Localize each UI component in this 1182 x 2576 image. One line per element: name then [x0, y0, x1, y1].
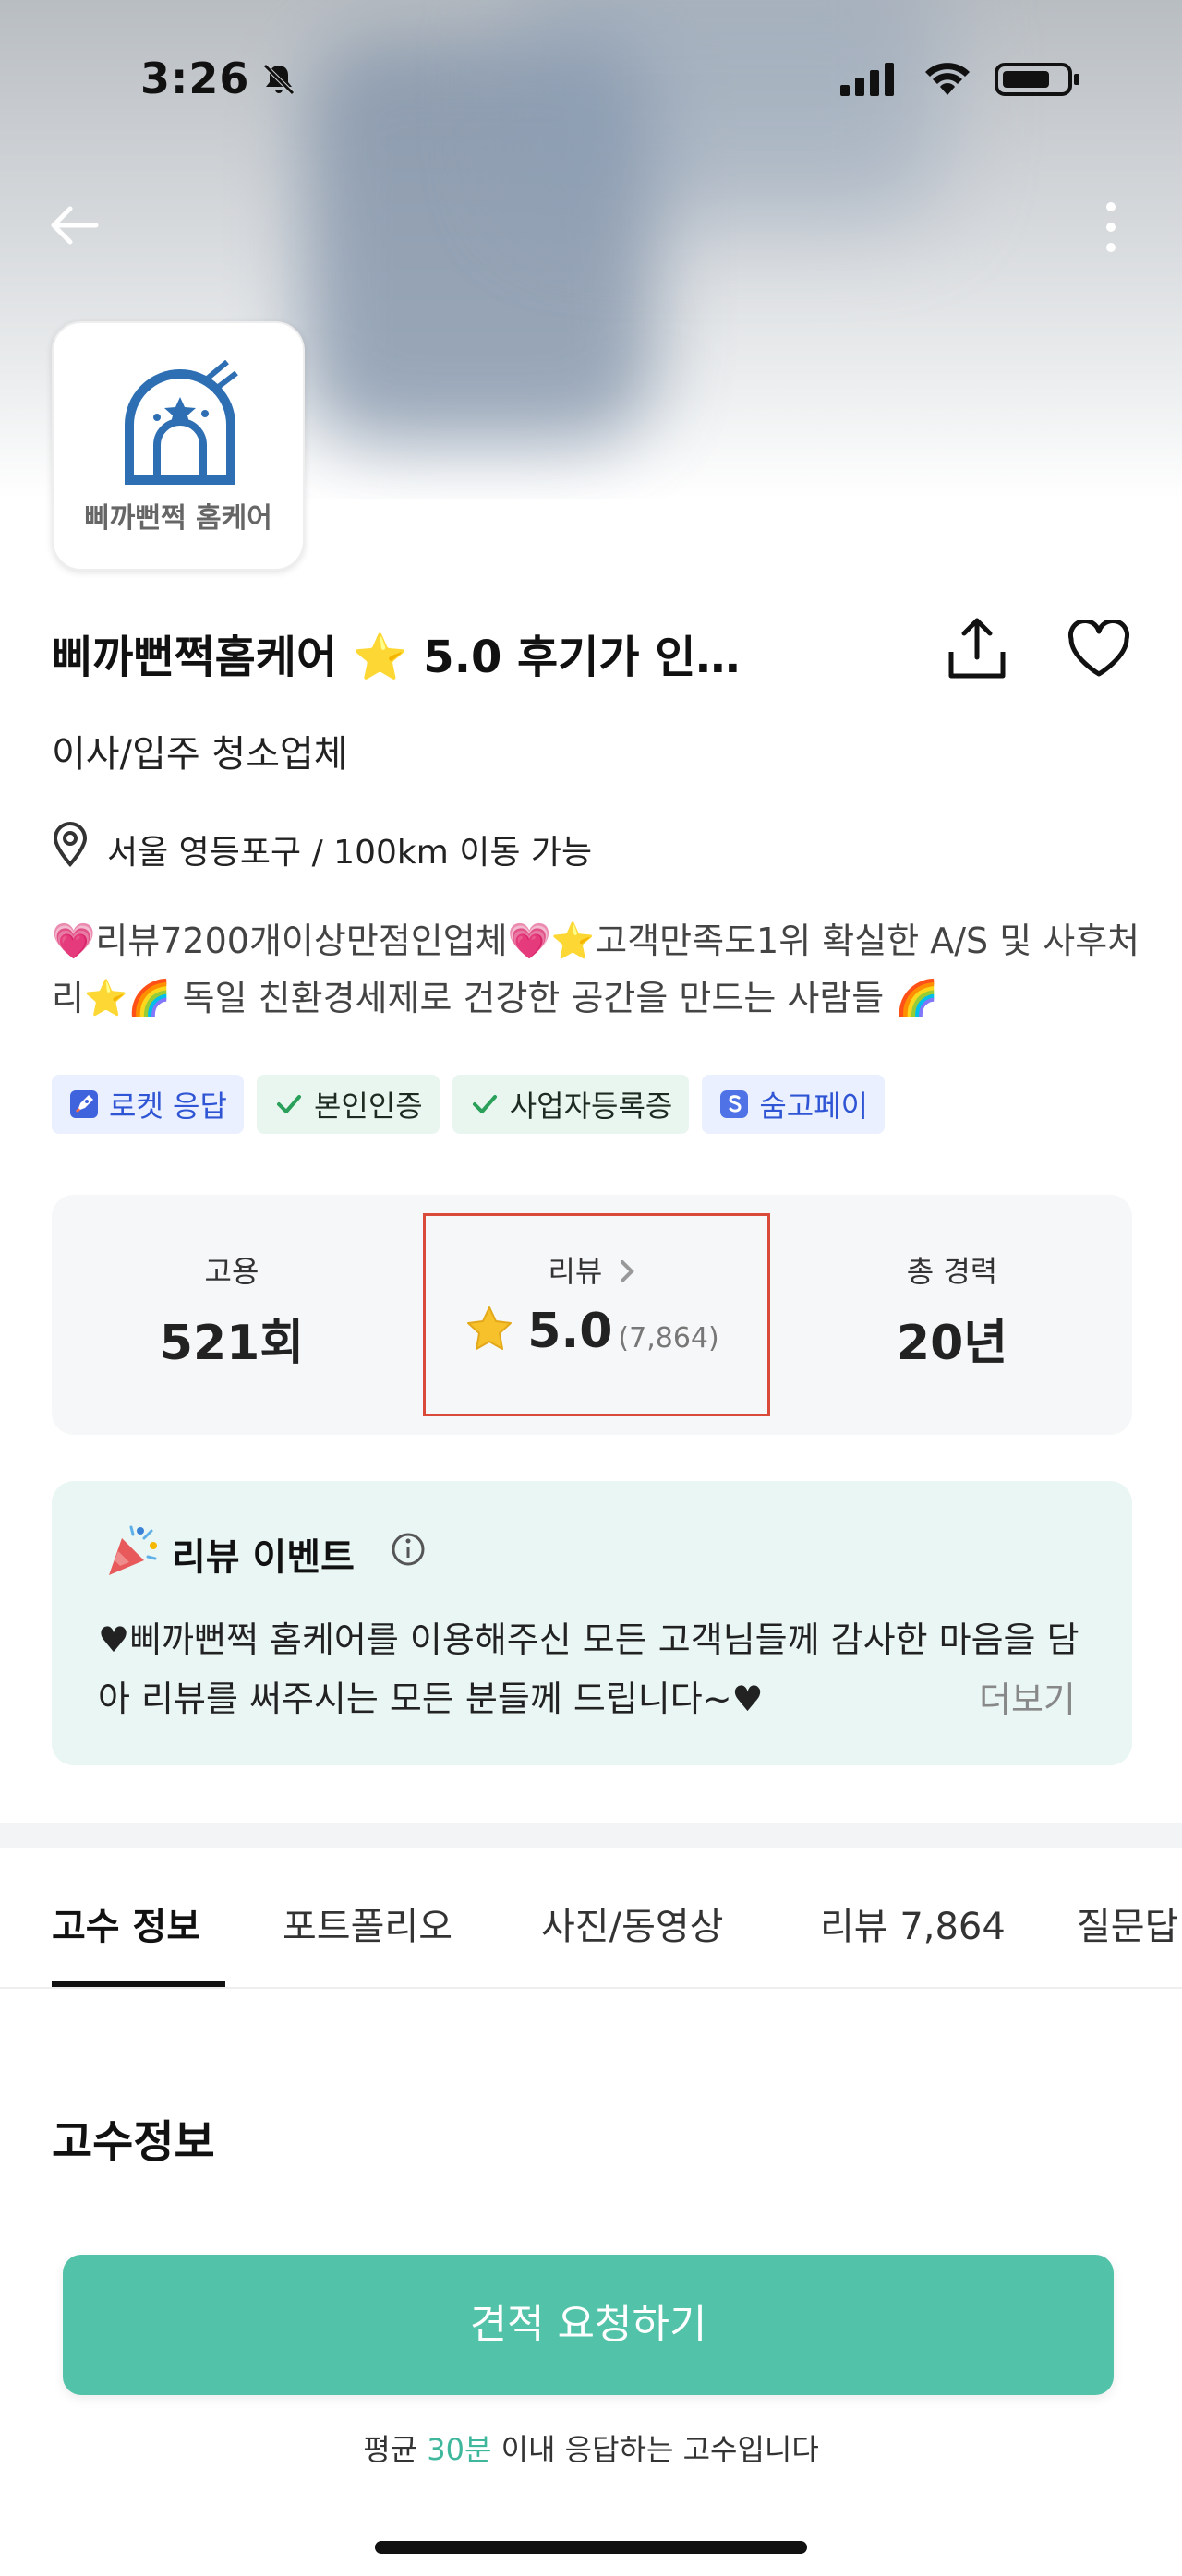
- more-vertical-icon[interactable]: [1097, 198, 1125, 257]
- bell-mute-icon: [263, 64, 295, 95]
- expert-title: 삐까뻔쩍홈케어 ⭐ 5.0 후기가 인…: [52, 632, 741, 683]
- event-title: 리뷰 이벤트: [172, 1536, 355, 1579]
- back-arrow-icon[interactable]: [46, 198, 102, 253]
- expert-category: 이사/입주 청소업체: [52, 733, 348, 776]
- badge-label: 사업자등록증: [509, 1089, 673, 1124]
- more-link[interactable]: 더보기: [979, 1671, 1076, 1722]
- badge-business-registered: 사업자등록증: [452, 1075, 690, 1134]
- tab-photos-videos[interactable]: 사진/동영상: [541, 1896, 723, 1950]
- event-body: ♥삐까뻔쩍 홈케어를 이용해주신 모든 고객님들께 감사한 마음을 담아 리뷰를…: [98, 1619, 1079, 1719]
- tab-bar: 고수 정보 포트폴리오 사진/동영상 리뷰 7,864 질문답: [0, 1848, 1182, 1989]
- wifi-icon: [925, 63, 970, 95]
- stat-hire: 고용 521회: [52, 1195, 412, 1435]
- stat-hire-value: 521회: [159, 1316, 305, 1371]
- badge-label: 숨고페이: [759, 1089, 869, 1124]
- rocket-icon: [70, 1090, 98, 1118]
- status-time: 3:26: [140, 54, 250, 103]
- house-logo-icon: [125, 360, 238, 485]
- response-note-accent: 30분: [427, 2432, 492, 2467]
- check-icon: [276, 1095, 301, 1113]
- location-text: 서울 영등포구 / 100km 이동 가능: [107, 834, 593, 872]
- expert-intro: 💗리뷰7200개이상만점인업체💗⭐고객만족도1위 확실한 A/S 및 사후처리⭐…: [52, 921, 1140, 1018]
- signal-icon: [840, 63, 894, 96]
- tab-portfolio[interactable]: 포트폴리오: [283, 1896, 452, 1950]
- stat-hire-label: 고용: [204, 1254, 259, 1289]
- stat-career-value: 20년: [896, 1316, 1008, 1371]
- stat-career: 총 경력 20년: [772, 1195, 1132, 1435]
- pay-icon: [720, 1090, 749, 1118]
- expert-logo: 삐까뻔쩍 홈케어: [52, 321, 305, 571]
- battery-icon: [995, 63, 1079, 96]
- party-popper-icon: [109, 1525, 157, 1575]
- home-indicator[interactable]: [375, 2541, 807, 2554]
- logo-text: 삐까뻔쩍 홈케어: [84, 502, 272, 535]
- badge-identity-verified: 본인인증: [256, 1075, 440, 1134]
- badge-label: 로켓 응답: [109, 1089, 227, 1124]
- review-event-card[interactable]: 리뷰 이벤트 ♥삐까뻔쩍 홈케어를 이용해주신 모든 고객님들께 감사한 마음을…: [52, 1481, 1132, 1765]
- info-icon[interactable]: [390, 1531, 427, 1568]
- stat-career-label: 총 경력: [906, 1254, 998, 1289]
- response-note-prefix: 평균: [363, 2432, 428, 2467]
- badge-soomgo-pay: 숨고페이: [702, 1075, 886, 1134]
- review-highlight-box: [423, 1213, 770, 1416]
- badge-list: 로켓 응답 본인인증 사업자등록증 숨고페이: [52, 1075, 886, 1134]
- location-pin-icon: [53, 822, 88, 868]
- badge-label: 본인인증: [313, 1089, 423, 1124]
- check-icon: [472, 1095, 497, 1113]
- tab-active-indicator: [52, 1981, 225, 1987]
- tab-reviews[interactable]: 리뷰 7,864: [820, 1896, 1006, 1950]
- response-note-suffix: 이내 응답하는 고수입니다: [491, 2432, 819, 2467]
- tab-qna[interactable]: 질문답: [1077, 1896, 1178, 1950]
- share-icon[interactable]: [946, 615, 1008, 681]
- request-quote-button[interactable]: 견적 요청하기: [63, 2255, 1114, 2395]
- response-time-note: 평균 30분 이내 응답하는 고수입니다: [0, 2426, 1182, 2469]
- heart-icon[interactable]: [1067, 620, 1130, 678]
- section-title: 고수정보: [52, 2116, 215, 2168]
- section-divider: [0, 1823, 1182, 1848]
- tab-expert-info[interactable]: 고수 정보: [52, 1896, 200, 1950]
- badge-rocket-response: 로켓 응답: [52, 1075, 244, 1134]
- banner-image-shade: [517, 0, 942, 222]
